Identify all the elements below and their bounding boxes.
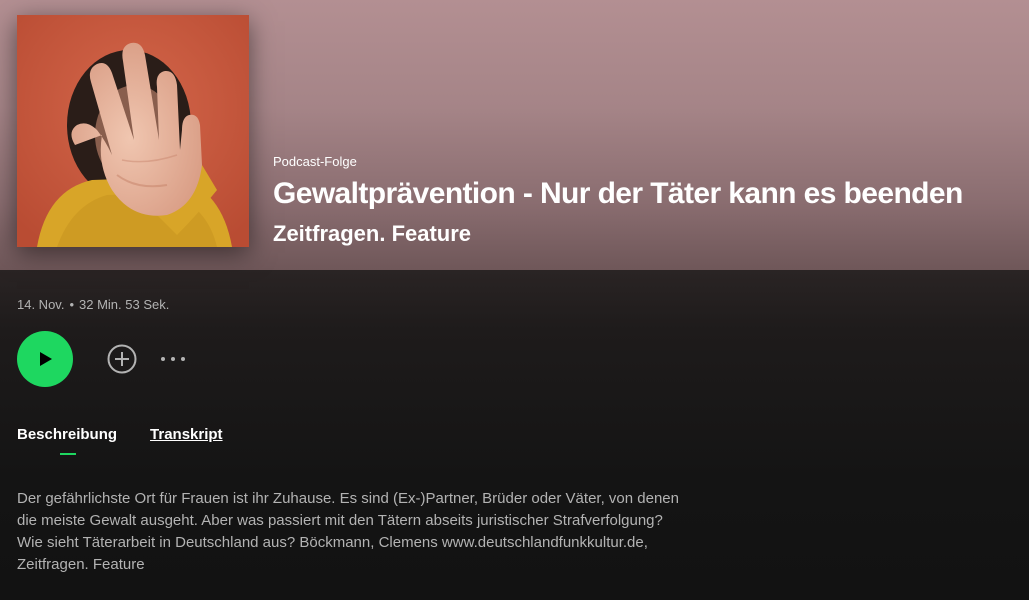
episode-meta: 14. Nov. • 32 Min. 53 Sek. <box>17 297 169 312</box>
plus-circle-icon <box>107 344 137 374</box>
action-bar <box>17 331 186 387</box>
episode-title: Gewaltprävention - Nur der Täter kann es… <box>273 177 963 210</box>
tab-transcript[interactable]: Transkript <box>150 426 223 443</box>
episode-page: Podcast-Folge Gewaltprävention - Nur der… <box>0 0 1029 600</box>
cover-art <box>17 15 249 247</box>
episode-type-label: Podcast-Folge <box>273 154 357 169</box>
episode-duration: 32 Min. 53 Sek. <box>79 297 170 312</box>
play-icon <box>40 352 52 366</box>
more-options-button[interactable] <box>160 343 186 375</box>
episode-description: Der gefährlichste Ort für Frauen ist ihr… <box>17 490 679 573</box>
play-button[interactable] <box>17 331 73 387</box>
show-name-link[interactable]: Zeitfragen. Feature <box>273 221 963 247</box>
add-to-library-button[interactable] <box>106 343 138 375</box>
header-text: Podcast-Folge Gewaltprävention - Nur der… <box>273 154 963 247</box>
episode-header: Podcast-Folge Gewaltprävention - Nur der… <box>0 0 1029 270</box>
episode-tabs: Beschreibung Transkript <box>17 426 256 455</box>
tab-description[interactable]: Beschreibung <box>17 426 117 455</box>
cover-art-hand-stop-icon <box>17 15 249 247</box>
meta-separator: • <box>69 297 75 312</box>
episode-date: 14. Nov. <box>17 297 65 312</box>
more-dots-icon <box>161 357 185 361</box>
